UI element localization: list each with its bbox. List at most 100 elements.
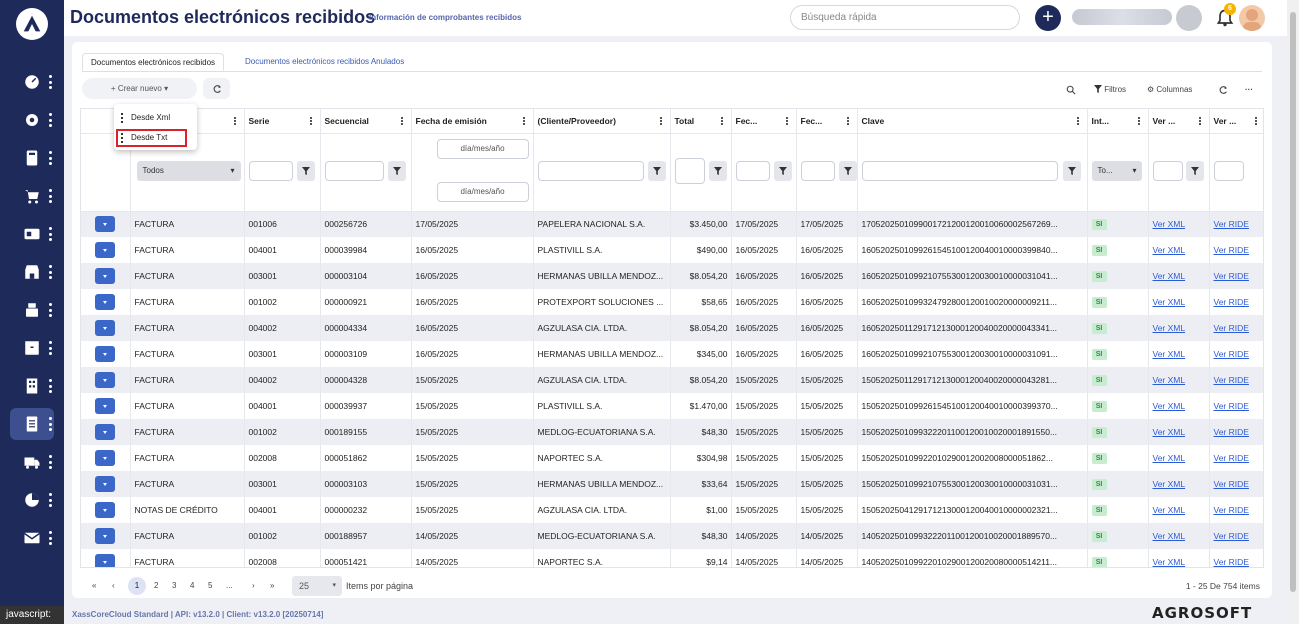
menu-item-desde-xml[interactable]: Desde Xml bbox=[114, 109, 197, 127]
table-row[interactable]: FACTURA 002008 000051421 14/05/2025 NAPORTEC… bbox=[81, 549, 1263, 567]
avatar[interactable] bbox=[1239, 5, 1265, 31]
sidebar-item-calculator[interactable] bbox=[10, 142, 54, 174]
search-icon[interactable] bbox=[1066, 83, 1076, 97]
add-button[interactable]: + bbox=[1035, 5, 1061, 31]
view-ride-link[interactable]: Ver RIDE bbox=[1214, 505, 1249, 515]
per-page-select[interactable]: 25 ▾ bbox=[292, 576, 342, 596]
cliente-filter-button[interactable] bbox=[647, 160, 666, 181]
xml-filter-button[interactable] bbox=[1185, 160, 1204, 181]
row-action-button[interactable] bbox=[95, 424, 115, 440]
view-xml-link[interactable]: Ver XML bbox=[1153, 245, 1186, 255]
view-xml-link[interactable]: Ver XML bbox=[1153, 271, 1186, 281]
view-xml-link[interactable]: Ver XML bbox=[1153, 427, 1186, 437]
page-1[interactable]: 1 bbox=[128, 577, 146, 595]
view-ride-link[interactable]: Ver RIDE bbox=[1214, 245, 1249, 255]
date-from-input[interactable]: día/mes/año bbox=[436, 138, 529, 159]
view-xml-link[interactable]: Ver XML bbox=[1153, 349, 1186, 359]
column-menu-icon[interactable] bbox=[720, 117, 723, 125]
cliente-filter-input[interactable] bbox=[537, 160, 644, 181]
app-logo[interactable] bbox=[16, 8, 48, 40]
row-action-button[interactable] bbox=[95, 450, 115, 466]
row-action-button[interactable] bbox=[95, 528, 115, 544]
menu-item-desde-txt[interactable]: Desde Txt bbox=[116, 129, 187, 147]
column-header[interactable]: Secuencial bbox=[320, 109, 412, 134]
sidebar-item-dashboard[interactable] bbox=[10, 66, 54, 98]
row-action-button[interactable] bbox=[95, 372, 115, 388]
create-new-button[interactable]: + Crear nuevo ▾ bbox=[82, 78, 197, 99]
page-2[interactable]: 2 bbox=[154, 578, 158, 594]
sidebar-item-company[interactable] bbox=[10, 370, 54, 402]
row-action-button[interactable] bbox=[95, 294, 115, 310]
tab-documentos-anulados[interactable]: Documentos electrónicos recibidos Anulad… bbox=[237, 53, 412, 71]
column-header[interactable]: Ver ... bbox=[1148, 109, 1210, 134]
view-ride-link[interactable]: Ver RIDE bbox=[1214, 479, 1249, 489]
column-menu-icon[interactable] bbox=[1137, 117, 1140, 125]
page-4[interactable]: 4 bbox=[190, 578, 194, 594]
view-ride-link[interactable]: Ver RIDE bbox=[1214, 531, 1249, 541]
view-xml-link[interactable]: Ver XML bbox=[1153, 401, 1186, 411]
column-menu-icon[interactable] bbox=[400, 117, 403, 125]
prev-page-button[interactable]: ‹ bbox=[112, 578, 115, 594]
view-ride-link[interactable]: Ver RIDE bbox=[1214, 219, 1249, 229]
refresh-grid-icon[interactable] bbox=[1218, 83, 1228, 97]
view-xml-link[interactable]: Ver XML bbox=[1153, 505, 1186, 515]
column-header[interactable]: Fec... bbox=[796, 109, 858, 134]
user-name-blurred[interactable] bbox=[1072, 9, 1172, 25]
view-xml-link[interactable]: Ver XML bbox=[1153, 453, 1186, 463]
row-action-button[interactable] bbox=[95, 554, 115, 567]
row-action-button[interactable] bbox=[95, 268, 115, 284]
table-row[interactable]: FACTURA 004002 000004328 15/05/2025 AGZULASA… bbox=[81, 367, 1263, 393]
row-action-button[interactable] bbox=[95, 502, 115, 518]
filters-button[interactable]: Filtros bbox=[1094, 83, 1126, 97]
xml-filter-input[interactable] bbox=[1152, 160, 1183, 181]
secuencial-filter-button[interactable] bbox=[387, 160, 406, 181]
view-ride-link[interactable]: Ver RIDE bbox=[1214, 271, 1249, 281]
view-xml-link[interactable]: Ver XML bbox=[1153, 479, 1186, 489]
column-menu-icon[interactable] bbox=[785, 117, 788, 125]
view-ride-link[interactable]: Ver RIDE bbox=[1214, 323, 1249, 333]
table-row[interactable]: FACTURA 001002 000189155 15/05/2025 MEDLOG-E… bbox=[81, 419, 1263, 445]
table-row[interactable]: FACTURA 001002 000000921 16/05/2025 PROTEXPO… bbox=[81, 289, 1263, 315]
table-row[interactable]: FACTURA 001002 000188957 14/05/2025 MEDLOG-E… bbox=[81, 523, 1263, 549]
fecha-aut-filter-button[interactable] bbox=[773, 160, 792, 181]
view-ride-link[interactable]: Ver RIDE bbox=[1214, 375, 1249, 385]
table-row[interactable]: FACTURA 003001 000003103 15/05/2025 HERMANAS… bbox=[81, 471, 1263, 497]
clave-filter-input[interactable] bbox=[861, 160, 1058, 181]
table-row[interactable]: FACTURA 001006 000256726 17/05/2025 PAPELERA… bbox=[81, 211, 1263, 237]
first-page-button[interactable]: « bbox=[92, 578, 96, 594]
page-3[interactable]: 3 bbox=[172, 578, 176, 594]
table-row[interactable]: FACTURA 002008 000051862 15/05/2025 NAPORTEC… bbox=[81, 445, 1263, 471]
page-ellipsis[interactable]: ... bbox=[226, 578, 233, 594]
column-header[interactable]: (Cliente/Proveedor) bbox=[533, 109, 671, 134]
scrollbar-thumb[interactable] bbox=[1290, 12, 1296, 592]
sidebar-item-documents[interactable] bbox=[10, 408, 54, 440]
view-xml-link[interactable]: Ver XML bbox=[1153, 375, 1186, 385]
column-menu-icon[interactable] bbox=[522, 117, 525, 125]
column-menu-icon[interactable] bbox=[659, 117, 662, 125]
user-avatar-blurred[interactable] bbox=[1176, 5, 1202, 31]
total-filter-input[interactable] bbox=[674, 157, 705, 184]
table-row[interactable]: FACTURA 003001 000003109 16/05/2025 HERMANAS… bbox=[81, 341, 1263, 367]
fecha-reg-filter-input[interactable] bbox=[800, 160, 835, 181]
page-scrollbar[interactable] bbox=[1287, 0, 1299, 624]
row-action-button[interactable] bbox=[95, 476, 115, 492]
table-row[interactable]: NOTAS DE CRÉDITO 004001 000000232 15/05/202… bbox=[81, 497, 1263, 523]
view-ride-link[interactable]: Ver RIDE bbox=[1214, 297, 1249, 307]
search-input[interactable]: Búsqueda rápida bbox=[790, 5, 1020, 30]
view-ride-link[interactable]: Ver RIDE bbox=[1214, 453, 1249, 463]
table-row[interactable]: FACTURA 004002 000004334 16/05/2025 AGZULASA… bbox=[81, 315, 1263, 341]
column-menu-icon[interactable] bbox=[233, 117, 236, 125]
view-ride-link[interactable]: Ver RIDE bbox=[1214, 427, 1249, 437]
page-5[interactable]: 5 bbox=[208, 578, 212, 594]
sidebar-item-reports[interactable] bbox=[10, 484, 54, 516]
table-row[interactable]: FACTURA 003001 000003104 16/05/2025 HERMANAS… bbox=[81, 263, 1263, 289]
view-xml-link[interactable]: Ver XML bbox=[1153, 297, 1186, 307]
fecha-aut-filter-input[interactable] bbox=[735, 160, 770, 181]
secuencial-filter-input[interactable] bbox=[324, 160, 384, 181]
more-options-icon[interactable]: ··· bbox=[1245, 83, 1253, 97]
column-header[interactable]: Int... bbox=[1087, 109, 1149, 134]
date-to-input[interactable]: día/mes/año bbox=[436, 181, 529, 202]
sidebar-item-shipping[interactable] bbox=[10, 446, 54, 478]
sidebar-item-settings[interactable] bbox=[10, 104, 54, 136]
fecha-reg-filter-button[interactable] bbox=[838, 160, 856, 181]
